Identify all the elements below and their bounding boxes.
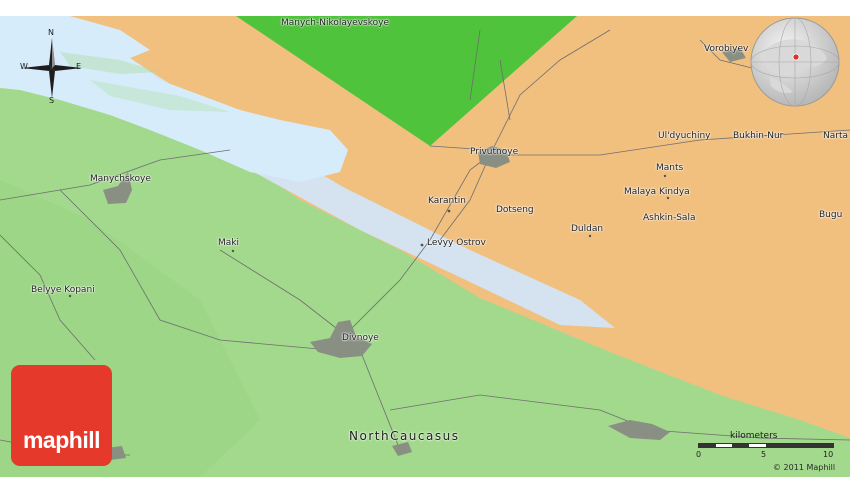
scale-segment	[732, 444, 749, 447]
village-dot	[588, 234, 592, 238]
scale-title: kilometers	[730, 431, 778, 441]
compass-rose: N S E W	[14, 28, 90, 106]
scale-tick-10: 10	[823, 450, 834, 459]
map-terrain	[0, 0, 850, 477]
place-label-vorobiyev: Vorobiyev	[704, 44, 749, 54]
map-view[interactable]: Manych-Nikolayevskoye Vorobiyev Ul'dyuch…	[0, 0, 850, 477]
copyright-text: © 2011 Maphill	[773, 463, 836, 472]
village-dot	[663, 174, 667, 178]
place-label-bugu: Bugu	[819, 210, 843, 220]
compass-n: N	[48, 28, 54, 37]
place-label-ashkin-sala: Ashkin-Sala	[643, 213, 696, 223]
scale-tick-0: 0	[696, 450, 702, 459]
scale-tick-5: 5	[761, 450, 767, 459]
place-label-karantin: Karantin	[428, 196, 466, 206]
place-label-levyy-ostrov: Levyy Ostrov	[427, 238, 486, 248]
place-label-manychskoye: Manychskoye	[90, 174, 151, 184]
logo-text: maphill	[22, 427, 101, 453]
globe-icon	[750, 17, 840, 107]
place-label-dotseng: Dotseng	[496, 205, 534, 215]
place-label-narta: Narta	[823, 131, 848, 141]
village-dot	[447, 209, 451, 213]
maphill-logo[interactable]: maphill	[11, 365, 112, 466]
place-label-uldyuchiny: Ul'dyuchiny	[658, 131, 711, 141]
region-label: NorthCaucasus	[349, 429, 460, 443]
top-border	[0, 0, 850, 16]
compass-e: E	[76, 62, 82, 71]
village-dot	[420, 243, 424, 247]
place-label-manych-nikolayevskoye: Manych-Nikolayevskoye	[281, 18, 389, 28]
scale-segment	[699, 444, 716, 447]
place-label-mants: Mants	[656, 163, 684, 173]
place-label-divnoye: Divnoye	[342, 333, 379, 343]
village-dot	[231, 249, 235, 253]
compass-s: S	[49, 96, 55, 105]
scale-bar-graphic	[698, 443, 834, 448]
place-label-maki: Maki	[218, 238, 239, 248]
place-label-privutnoye: Privutnoye	[470, 147, 519, 157]
place-label-duldan: Duldan	[571, 224, 604, 234]
place-label-belyye-kopani: Belyye Kopani	[31, 285, 95, 295]
globe-locator	[749, 16, 841, 108]
compass-w: W	[20, 62, 28, 71]
scale-bar: kilometers 0 5 10	[696, 431, 838, 461]
scale-segment	[766, 444, 833, 447]
place-label-bukhin-nur: Bukhin-Nur	[733, 131, 784, 141]
place-label-malaya-kindya: Malaya Kindya	[624, 187, 690, 197]
